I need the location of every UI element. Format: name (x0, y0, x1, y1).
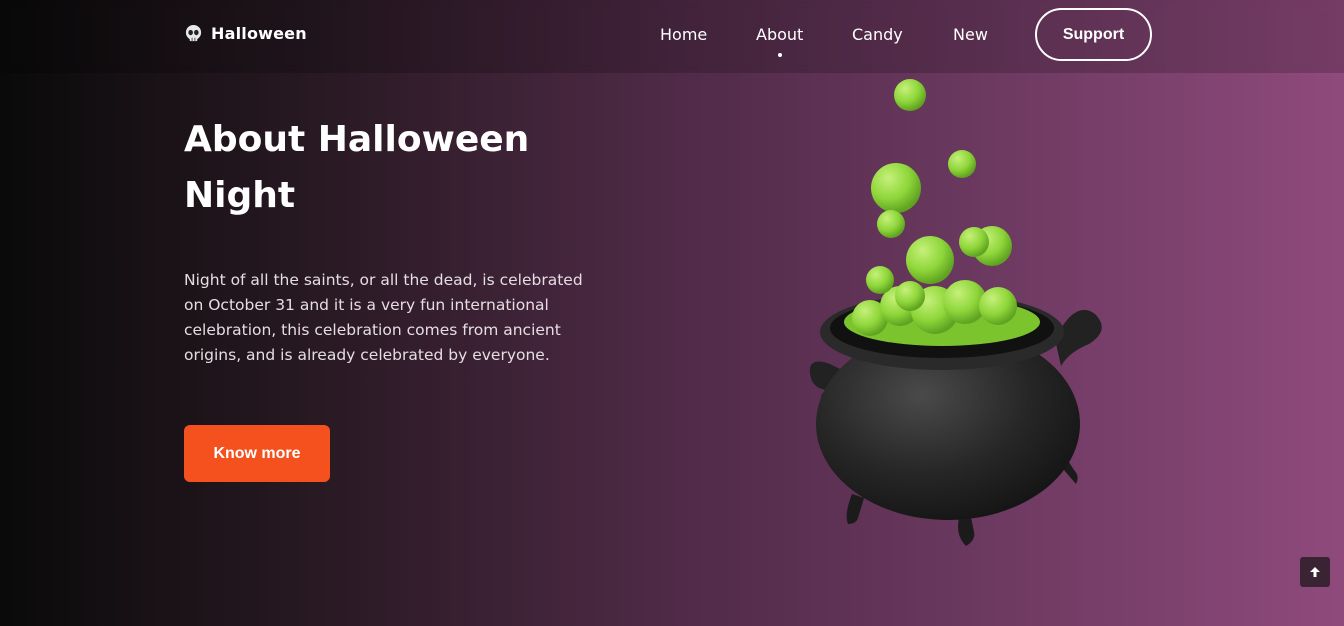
scroll-to-top-button[interactable] (1300, 557, 1330, 587)
site-header: Halloween Home About Candy New Support (0, 0, 1344, 73)
cauldron-icon (809, 79, 1102, 546)
support-button[interactable]: Support (1035, 8, 1152, 61)
page-title: About Halloween Night (184, 119, 530, 216)
nav-item-candy[interactable]: Candy (852, 25, 903, 44)
nav-item-home[interactable]: Home (660, 25, 707, 44)
hero-description: Night of all the saints, or all the dead… (184, 271, 583, 364)
know-more-button[interactable]: Know more (184, 425, 330, 482)
active-nav-indicator (778, 53, 782, 57)
nav-item-new[interactable]: New (953, 25, 988, 44)
arrow-up-icon (1310, 567, 1320, 577)
nav-item-about[interactable]: About (756, 25, 803, 44)
